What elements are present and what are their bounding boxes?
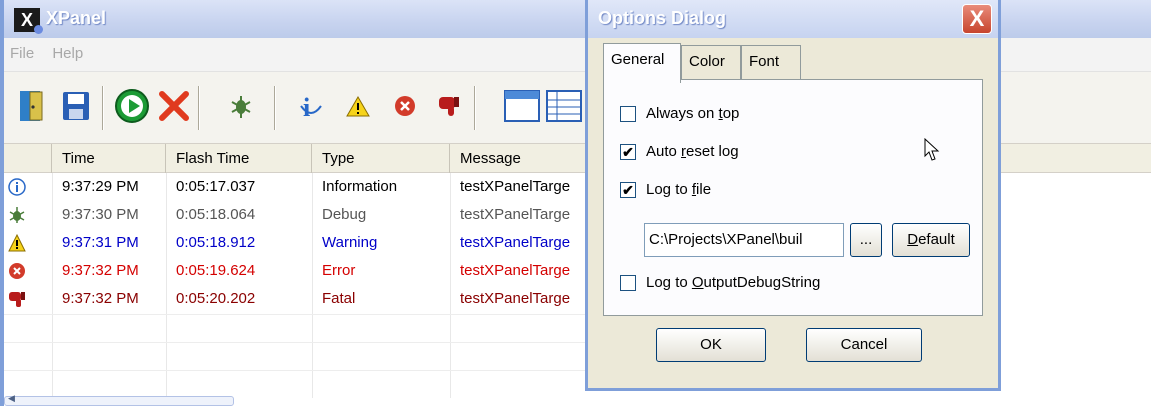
flash-time-cell: 0:05:18.064 bbox=[176, 206, 256, 223]
always-on-top-label[interactable]: Always on top bbox=[646, 105, 739, 122]
toolbar-separator bbox=[198, 86, 200, 130]
tab-general[interactable]: General bbox=[603, 43, 681, 83]
time-cell: 9:37:31 PM bbox=[62, 234, 139, 251]
icon-column-header[interactable] bbox=[4, 144, 52, 173]
cancel-button[interactable]: Cancel bbox=[806, 328, 922, 362]
options-dialog: Options Dialog X General Color Font Alwa… bbox=[585, 0, 1001, 391]
type-cell: Warning bbox=[322, 234, 378, 251]
message-cell: testXPanelTarge bbox=[460, 262, 571, 279]
stop-x-icon[interactable] bbox=[154, 86, 194, 126]
grid-line bbox=[4, 314, 594, 315]
dialog-title-bar: Options Dialog X bbox=[588, 0, 998, 38]
grid-line bbox=[312, 173, 313, 398]
default-button[interactable]: Default bbox=[892, 223, 970, 257]
type-cell: Information bbox=[322, 178, 398, 195]
column-header-type[interactable]: Type bbox=[312, 144, 450, 173]
close-icon[interactable]: X bbox=[962, 4, 992, 34]
toolbar-separator bbox=[102, 86, 104, 130]
always-on-top-checkbox[interactable] bbox=[620, 106, 636, 122]
tab-color[interactable]: Color bbox=[681, 45, 741, 79]
app-logo-icon: X bbox=[14, 8, 43, 34]
information-icon[interactable]: i bbox=[294, 86, 328, 126]
flash-time-cell: 0:05:19.624 bbox=[176, 262, 256, 279]
message-cell: testXPanelTarge bbox=[460, 178, 571, 195]
save-disk-icon[interactable] bbox=[56, 86, 96, 126]
dialog-button-row: OK Cancel bbox=[588, 318, 998, 388]
browse-button[interactable]: ... bbox=[850, 223, 882, 257]
time-cell: 9:37:30 PM bbox=[62, 206, 139, 223]
log-to-file-label[interactable]: Log to file bbox=[646, 181, 711, 198]
debug-bug-icon[interactable] bbox=[224, 86, 258, 126]
auto-reset-log-checkbox[interactable]: ✔ bbox=[620, 144, 636, 160]
time-cell: 9:37:32 PM bbox=[62, 290, 139, 307]
time-cell: 9:37:32 PM bbox=[62, 262, 139, 279]
svg-text:i: i bbox=[303, 93, 310, 120]
message-cell: testXPanelTarge bbox=[460, 234, 571, 251]
auto-reset-log-label[interactable]: Auto reset log bbox=[646, 143, 739, 160]
grid-line bbox=[166, 173, 167, 398]
error-icon[interactable] bbox=[388, 86, 422, 126]
general-panel: Always on top ✔ Auto reset log ✔ Log to … bbox=[603, 79, 983, 316]
column-header-time[interactable]: Time bbox=[52, 144, 166, 173]
time-cell: 9:37:29 PM bbox=[62, 178, 139, 195]
fatal-thumbs-down-icon[interactable] bbox=[432, 86, 466, 126]
menu-file[interactable]: File bbox=[10, 45, 34, 62]
grid-view-icon[interactable] bbox=[544, 86, 584, 126]
column-header-flash-time[interactable]: Flash Time bbox=[166, 144, 312, 173]
flash-time-cell: 0:05:17.037 bbox=[176, 178, 256, 195]
type-cell: Error bbox=[322, 262, 356, 279]
type-cell: Fatal bbox=[322, 290, 356, 307]
warning-icon[interactable] bbox=[341, 86, 375, 126]
log-to-file-checkbox[interactable]: ✔ bbox=[620, 182, 636, 198]
toolbar-separator bbox=[474, 86, 476, 130]
exit-door-icon[interactable] bbox=[12, 86, 52, 126]
ok-button[interactable]: OK bbox=[656, 328, 766, 362]
message-cell: testXPanelTarge bbox=[460, 290, 571, 307]
grid-line bbox=[4, 342, 594, 343]
toolbar-separator bbox=[274, 86, 276, 130]
tab-font[interactable]: Font bbox=[741, 45, 801, 79]
type-cell: Debug bbox=[322, 206, 367, 223]
grid-line bbox=[52, 173, 53, 398]
flash-time-cell: 0:05:18.912 bbox=[176, 234, 256, 251]
mouse-cursor-icon bbox=[924, 138, 940, 161]
start-play-icon[interactable] bbox=[112, 86, 152, 126]
log-to-outputdebugstring-label[interactable]: Log to OutputDebugString bbox=[646, 274, 820, 291]
log-to-outputdebugstring-checkbox[interactable] bbox=[620, 275, 636, 291]
window-title: XPanel bbox=[46, 8, 107, 28]
grid-line bbox=[450, 173, 451, 398]
dialog-title: Options Dialog bbox=[598, 8, 726, 28]
message-cell: testXPanelTarge bbox=[460, 206, 571, 223]
menu-help[interactable]: Help bbox=[52, 45, 83, 62]
log-path-input[interactable]: C:\Projects\XPanel\buil bbox=[644, 223, 844, 257]
grid-line bbox=[4, 370, 594, 371]
flash-time-cell: 0:05:20.202 bbox=[176, 290, 256, 307]
window-icon[interactable] bbox=[502, 86, 542, 126]
horizontal-scrollbar[interactable] bbox=[4, 393, 234, 406]
